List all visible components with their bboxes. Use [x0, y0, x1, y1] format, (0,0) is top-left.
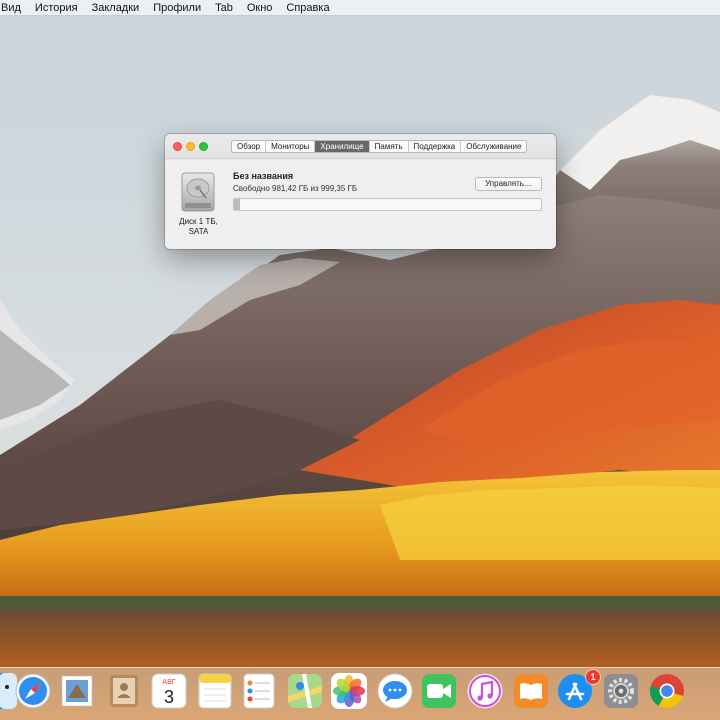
- desktop-wallpaper: [0, 0, 720, 720]
- close-button[interactable]: [173, 142, 182, 151]
- window-titlebar[interactable]: Обзор Мониторы Хранилище Память Поддержк…: [165, 134, 556, 159]
- mail-icon[interactable]: [58, 672, 96, 710]
- chrome-icon[interactable]: [648, 672, 686, 710]
- app-store-badge: 1: [586, 670, 600, 684]
- calendar-day: 3: [164, 687, 174, 707]
- storage-usage-bar: [233, 198, 542, 211]
- volume-name: Без названия: [233, 171, 294, 181]
- manage-button[interactable]: Управлять…: [475, 177, 542, 191]
- calendar-icon[interactable]: АВГ 3: [150, 672, 188, 710]
- about-this-mac-window: Обзор Мониторы Хранилище Память Поддержк…: [165, 134, 556, 249]
- disk-caption: Диск 1 ТБ, SATA: [171, 217, 226, 237]
- tab-overview[interactable]: Обзор: [232, 141, 267, 152]
- menu-window[interactable]: Окно: [240, 0, 280, 16]
- safari-icon[interactable]: [14, 672, 52, 710]
- disk-interface-label: SATA: [188, 227, 209, 236]
- menu-tab[interactable]: Tab: [208, 0, 240, 16]
- tab-displays[interactable]: Мониторы: [266, 141, 316, 152]
- facetime-icon[interactable]: [420, 672, 458, 710]
- zoom-button[interactable]: [199, 142, 208, 151]
- storage-usage-fill: [234, 199, 240, 210]
- tab-memory[interactable]: Память: [370, 141, 409, 152]
- hard-disk-icon: [179, 171, 217, 213]
- tab-storage[interactable]: Хранилище: [315, 141, 370, 152]
- calendar-month: АВГ: [162, 679, 175, 686]
- storage-panel: Диск 1 ТБ, SATA Без названия Свободно 98…: [165, 160, 556, 249]
- menu-help[interactable]: Справка: [279, 0, 336, 16]
- ibooks-icon[interactable]: [512, 672, 550, 710]
- disk-capacity-label: Диск 1 ТБ,: [179, 217, 218, 226]
- tab-service[interactable]: Обслуживание: [461, 141, 526, 152]
- menu-bookmarks[interactable]: Закладки: [85, 0, 147, 16]
- reminders-icon[interactable]: [240, 672, 278, 710]
- itunes-icon[interactable]: [466, 672, 504, 710]
- messages-icon[interactable]: [376, 672, 414, 710]
- contacts-icon[interactable]: [104, 672, 142, 710]
- menu-profiles[interactable]: Профили: [146, 0, 208, 16]
- tab-support[interactable]: Поддержка: [409, 141, 462, 152]
- menu-bar: Вид История Закладки Профили Tab Окно Сп…: [0, 0, 720, 16]
- notes-icon[interactable]: [196, 672, 234, 710]
- minimize-button[interactable]: [186, 142, 195, 151]
- photos-icon[interactable]: [330, 672, 368, 710]
- system-preferences-icon[interactable]: [602, 672, 640, 710]
- tab-bar: Обзор Мониторы Хранилище Память Поддержк…: [231, 140, 528, 153]
- menu-history[interactable]: История: [28, 0, 85, 16]
- volume-free-space: Свободно 981,42 ГБ из 999,35 ГБ: [233, 184, 358, 193]
- menu-view[interactable]: Вид: [0, 0, 28, 16]
- maps-icon[interactable]: [286, 672, 324, 710]
